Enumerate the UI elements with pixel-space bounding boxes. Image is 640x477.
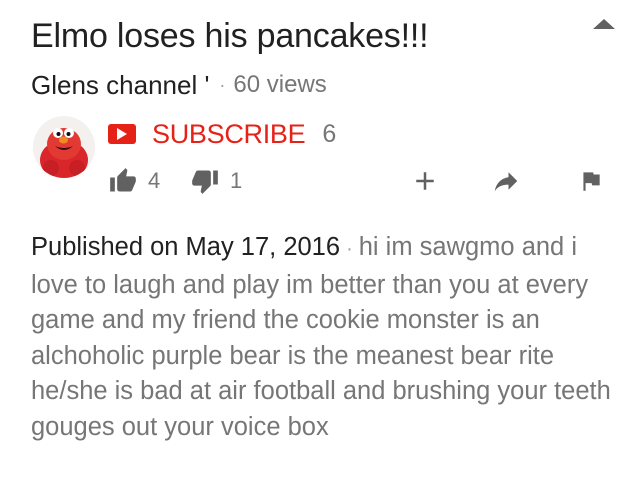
meta-separator: ·: [219, 74, 226, 95]
subscriber-count: 6: [322, 119, 337, 148]
like-button[interactable]: 4: [108, 162, 160, 200]
report-button[interactable]: [578, 162, 604, 200]
collapse-button[interactable]: [586, 10, 622, 38]
view-count: 60 views: [233, 71, 327, 98]
action-bar: 4 1: [108, 162, 618, 200]
share-icon: [494, 172, 518, 191]
description-separator: ·: [346, 238, 353, 260]
channel-meta-row: Glens channel ' · 60 views: [31, 67, 327, 103]
add-to-playlist-icon: [416, 172, 434, 190]
like-count: 4: [148, 168, 161, 193]
channel-name-link[interactable]: Glens channel ': [31, 70, 209, 101]
dislike-count: 1: [230, 168, 243, 193]
elmo-avatar-image: [33, 116, 95, 178]
add-to-playlist-button[interactable]: [410, 162, 440, 200]
publish-date: Published on May 17, 2016: [31, 233, 341, 261]
flag-icon: [583, 172, 600, 191]
youtube-play-icon: [108, 124, 136, 144]
description-text: hi im sawgmo and i love to laugh and pla…: [31, 233, 611, 441]
thumb-up-icon: [110, 168, 136, 192]
dislike-button[interactable]: 1: [190, 162, 242, 200]
subscribe-button[interactable]: SUBSCRIBE 6: [108, 117, 336, 151]
video-info-panel: Elmo loses his pancakes!!! Glens channel…: [0, 0, 640, 477]
subscribe-label: SUBSCRIBE: [152, 118, 306, 149]
chevron-up-icon: [593, 19, 615, 29]
video-title: Elmo loses his pancakes!!!: [31, 17, 429, 55]
channel-avatar[interactable]: [33, 116, 95, 178]
video-description: Published on May 17, 2016 · hi im sawgmo a…: [31, 230, 621, 445]
thumb-down-icon: [192, 170, 218, 194]
share-button[interactable]: [490, 162, 522, 200]
